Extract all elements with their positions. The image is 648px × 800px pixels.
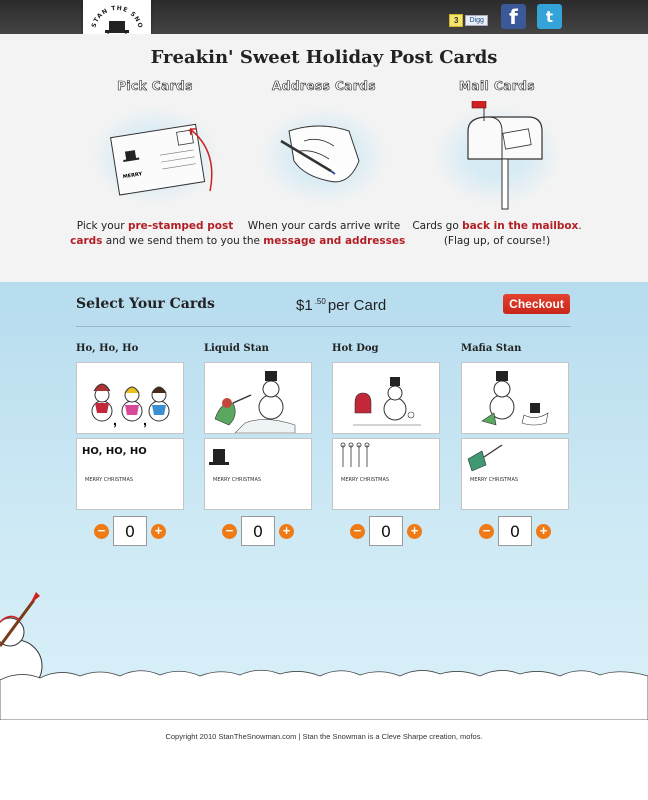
- digg-button[interactable]: Digg: [465, 15, 488, 26]
- quantity-stepper: − +: [204, 516, 312, 546]
- checkout-button[interactable]: Checkout: [503, 294, 570, 314]
- step-address-cards: Address Cards When your cards arrive wri…: [239, 79, 409, 249]
- card-liquid-stan: Liquid Stan MERRY CHRISTMAS − +: [204, 343, 312, 546]
- card-name: Hot Dog: [332, 343, 379, 354]
- mafia-stan-icon: [481, 371, 549, 426]
- card-front-image[interactable]: [332, 362, 440, 434]
- step-description: Cards go back in the mailbox. (Flag up, …: [412, 220, 582, 247]
- quantity-input[interactable]: [369, 516, 403, 546]
- digg-widget[interactable]: 3 Digg: [449, 14, 488, 27]
- price-cents: .50: [314, 297, 326, 306]
- price-dollars: $1: [296, 297, 313, 314]
- step-heading: Address Cards: [271, 79, 377, 94]
- quantity-input[interactable]: [241, 516, 275, 546]
- decrement-button[interactable]: −: [479, 523, 494, 539]
- top-hat-icon: [209, 449, 229, 465]
- card-back-greeting: MERRY CHRISTMAS: [470, 477, 519, 483]
- quantity-stepper: − +: [332, 516, 440, 546]
- card-back-image[interactable]: HO, HO, HO MERRY CHRISTMAS: [76, 438, 184, 510]
- price-per-card: $1 .50 per Card: [296, 297, 386, 314]
- card-back-greeting: MERRY CHRISTMAS: [85, 477, 134, 483]
- increment-button[interactable]: +: [407, 523, 422, 539]
- quantity-input[interactable]: [498, 516, 532, 546]
- facebook-icon[interactable]: f: [501, 4, 526, 29]
- step-description: Pick your pre-stamped post cards and we …: [70, 220, 240, 247]
- how-it-works-section: Freakin' Sweet Holiday Post Cards Pick C…: [0, 34, 648, 282]
- section-title: Select Your Cards: [76, 296, 215, 312]
- twitter-icon[interactable]: t: [537, 4, 562, 29]
- decrement-button[interactable]: −: [94, 523, 109, 539]
- card-back-text: HO, HO, HO: [82, 446, 147, 457]
- card-name: Ho, Ho, Ho: [76, 343, 139, 354]
- card-back-greeting: MERRY CHRISTMAS: [341, 477, 390, 483]
- card-back-greeting: MERRY CHRISTMAS: [213, 477, 262, 483]
- decrement-button[interactable]: −: [350, 523, 365, 539]
- step-heading: Pick Cards: [117, 79, 193, 94]
- card-front-image[interactable]: [461, 362, 569, 434]
- increment-button[interactable]: +: [279, 523, 294, 539]
- writing-hand-icon: [280, 125, 360, 183]
- decrement-button[interactable]: −: [222, 523, 237, 539]
- digg-count: 3: [449, 14, 464, 27]
- card-ho-ho-ho: Ho, Ho, Ho ,, HO, HO, HO MERRY CHRISTMAS…: [76, 343, 184, 546]
- footer-copyright: Copyright 2010 StanTheSnowman.com | Stan…: [165, 732, 483, 741]
- divider: [76, 326, 571, 327]
- increment-button[interactable]: +: [151, 523, 166, 539]
- card-name: Mafia Stan: [461, 343, 522, 354]
- quantity-stepper: − +: [461, 516, 569, 546]
- card-mafia-stan: Mafia Stan MERRY CHRISTMAS − +: [461, 343, 569, 546]
- mailbox-icon: [467, 101, 543, 210]
- snow-shovel-icon: [467, 444, 503, 472]
- liquid-stan-icon: [214, 371, 296, 434]
- snowmen-trio-icon: ,,: [91, 383, 170, 428]
- card-back-image[interactable]: MERRY CHRISTMAS: [461, 438, 569, 510]
- step-heading: Mail Cards: [459, 79, 535, 94]
- step-pick-cards: Pick Cards MERRY Pick your pre-stamped p…: [70, 79, 240, 249]
- step-description: When your cards arrive write the message…: [242, 220, 406, 247]
- card-selection-section: Select Your Cards $1 .50 per Card Checko…: [0, 282, 648, 706]
- writing-hand-illustration: [259, 101, 389, 211]
- price-suffix: per Card: [327, 297, 387, 314]
- mailbox-illustration: [432, 101, 562, 211]
- postcard-illustration: MERRY: [90, 101, 220, 211]
- card-name: Liquid Stan: [204, 343, 269, 354]
- svg-text:,: ,: [143, 412, 147, 428]
- card-back-image[interactable]: MERRY CHRISTMAS: [204, 438, 312, 510]
- card-front-image[interactable]: [204, 362, 312, 434]
- quantity-stepper: − +: [76, 516, 184, 546]
- step-mail-cards: Mail Cards Cards go back in the mailbox.…: [412, 79, 582, 249]
- top-bar: STAN THE SNOWMAN 3 Digg f t: [0, 0, 648, 62]
- stick-signs-icon: [340, 442, 370, 467]
- card-back-image[interactable]: MERRY CHRISTMAS: [332, 438, 440, 510]
- quantity-input[interactable]: [113, 516, 147, 546]
- card-hot-dog: Hot Dog MERRY CHRISTMAS − +: [332, 343, 440, 546]
- postcard-icon: MERRY: [110, 123, 213, 196]
- card-front-image[interactable]: ,,: [76, 362, 184, 434]
- snow-ground: [0, 669, 648, 720]
- page-title: Freakin' Sweet Holiday Post Cards: [150, 47, 498, 68]
- hot-dog-icon: [353, 377, 421, 426]
- svg-text:,: ,: [113, 412, 117, 428]
- increment-button[interactable]: +: [536, 523, 551, 539]
